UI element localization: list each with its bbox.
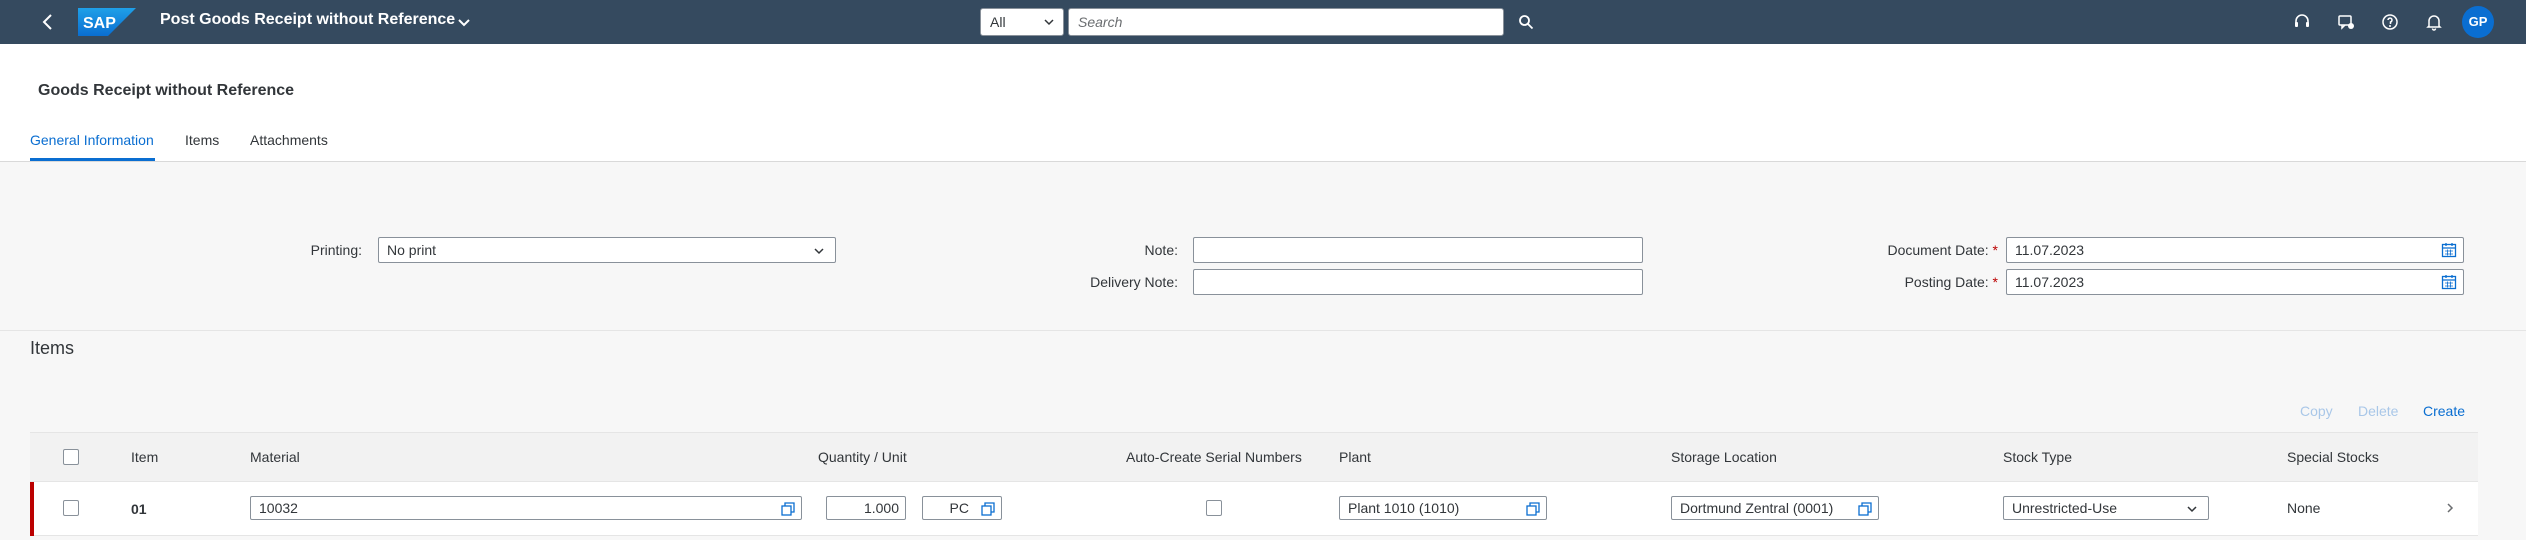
notifications-button[interactable] xyxy=(2422,10,2446,34)
special-stocks-value: None xyxy=(2287,500,2321,516)
quantity-input[interactable]: 1.000 xyxy=(826,496,906,520)
headset-icon xyxy=(2295,14,2309,27)
help-icon xyxy=(2382,14,2398,30)
app-title[interactable]: Post Goods Receipt without Reference xyxy=(160,11,455,29)
printing-value: No print xyxy=(387,242,437,258)
page-title: Goods Receipt without Reference xyxy=(38,82,295,99)
search-scope-value: All xyxy=(990,14,1006,30)
value-help-icon[interactable] xyxy=(1858,502,1872,516)
search-scope-select[interactable]: All xyxy=(980,8,1064,36)
object-header xyxy=(0,44,2526,162)
value-help-icon[interactable] xyxy=(781,502,795,516)
column-header-stock-type[interactable]: Stock Type xyxy=(2003,449,2072,465)
row-item-number: 01 xyxy=(131,501,147,517)
required-mark: * xyxy=(1992,242,1998,258)
bell-icon xyxy=(2426,15,2442,31)
storage-location-value: Dortmund Zentral (0001) xyxy=(1680,500,1834,516)
tab-attachments[interactable]: Attachments xyxy=(250,132,328,148)
note-field[interactable] xyxy=(1193,237,1643,263)
printing-label: Printing: xyxy=(310,242,362,258)
chevron-down-icon xyxy=(814,248,824,255)
required-mark: * xyxy=(1992,274,1998,290)
plant-value: Plant 1010 (1010) xyxy=(1348,500,1460,516)
delivery-note-label: Delivery Note: xyxy=(1090,274,1178,290)
stock-type-select[interactable]: Unrestricted-Use xyxy=(2003,496,2209,520)
back-button[interactable] xyxy=(30,6,66,38)
column-header-special-stocks[interactable]: Special Stocks xyxy=(2287,449,2379,465)
document-date-label-text: Document Date: xyxy=(1887,242,1989,258)
back-arrow-icon xyxy=(42,14,52,30)
column-header-plant[interactable]: Plant xyxy=(1339,449,1371,465)
chevron-down-icon xyxy=(2187,506,2197,513)
document-date-label: Document Date: * xyxy=(1850,242,1998,258)
calendar-icon[interactable] xyxy=(2441,274,2457,290)
selected-tab-indicator xyxy=(30,158,155,161)
sap-logo-icon: SAP xyxy=(78,8,136,36)
column-header-storage-location[interactable]: Storage Location xyxy=(1671,449,1777,465)
chevron-right-icon[interactable] xyxy=(2444,502,2456,514)
chevron-down-icon[interactable] xyxy=(456,14,472,30)
delete-button[interactable]: Delete xyxy=(2358,403,2398,419)
printing-select[interactable]: No print xyxy=(378,237,836,263)
posting-date-value: 11.07.2023 xyxy=(2015,274,2085,290)
support-button[interactable] xyxy=(2290,10,2314,34)
delivery-note-field[interactable] xyxy=(1193,269,1643,295)
value-help-icon[interactable] xyxy=(981,502,995,516)
posting-date-label-text: Posting Date: xyxy=(1904,274,1989,290)
posting-date-picker[interactable]: 11.07.2023 xyxy=(2006,269,2464,295)
storage-location-input[interactable]: Dortmund Zentral (0001) xyxy=(1671,496,1879,520)
search-input[interactable]: Search xyxy=(1068,8,1504,36)
help-button[interactable] xyxy=(2378,10,2402,34)
stock-type-value: Unrestricted-Use xyxy=(2012,500,2118,516)
plant-input[interactable]: Plant 1010 (1010) xyxy=(1339,496,1547,520)
column-header-material[interactable]: Material xyxy=(250,449,300,465)
feedback-button[interactable] xyxy=(2334,10,2358,34)
document-date-value: 11.07.2023 xyxy=(2015,242,2085,258)
value-help-icon[interactable] xyxy=(1526,502,1540,516)
row-error-highlight xyxy=(30,482,34,536)
search-icon xyxy=(1519,15,1534,30)
column-header-item[interactable]: Item xyxy=(131,449,158,465)
material-value: 10032 xyxy=(259,500,298,516)
auto-create-serial-checkbox[interactable] xyxy=(1206,500,1222,516)
user-avatar[interactable]: GP xyxy=(2462,6,2494,38)
select-all-checkbox[interactable] xyxy=(63,449,79,465)
material-input[interactable]: 10032 xyxy=(250,496,802,520)
posting-date-label: Posting Date: * xyxy=(1850,274,1998,290)
row-select-checkbox[interactable] xyxy=(63,500,79,516)
calendar-icon[interactable] xyxy=(2441,242,2457,258)
sap-logo[interactable]: SAP xyxy=(78,8,136,36)
items-section-title: Items xyxy=(30,338,75,358)
note-label: Note: xyxy=(1144,242,1178,258)
unit-value: PC xyxy=(949,500,969,516)
column-header-quantity-unit[interactable]: Quantity / Unit xyxy=(818,449,907,465)
unit-input[interactable]: PC xyxy=(922,496,1002,520)
search-button[interactable] xyxy=(1514,10,1538,34)
document-date-picker[interactable]: 11.07.2023 xyxy=(2006,237,2464,263)
chat-icon xyxy=(2338,15,2354,30)
create-button[interactable]: Create xyxy=(2423,403,2465,419)
tab-general-information[interactable]: General Information xyxy=(30,132,154,148)
copy-button[interactable]: Copy xyxy=(2300,403,2333,419)
column-header-auto-create-serial[interactable]: Auto-Create Serial Numbers xyxy=(1126,449,1302,465)
section-divider xyxy=(0,330,2526,331)
tab-items[interactable]: Items xyxy=(185,132,219,148)
chevron-down-icon xyxy=(1044,19,1054,26)
svg-text:SAP: SAP xyxy=(83,15,116,32)
